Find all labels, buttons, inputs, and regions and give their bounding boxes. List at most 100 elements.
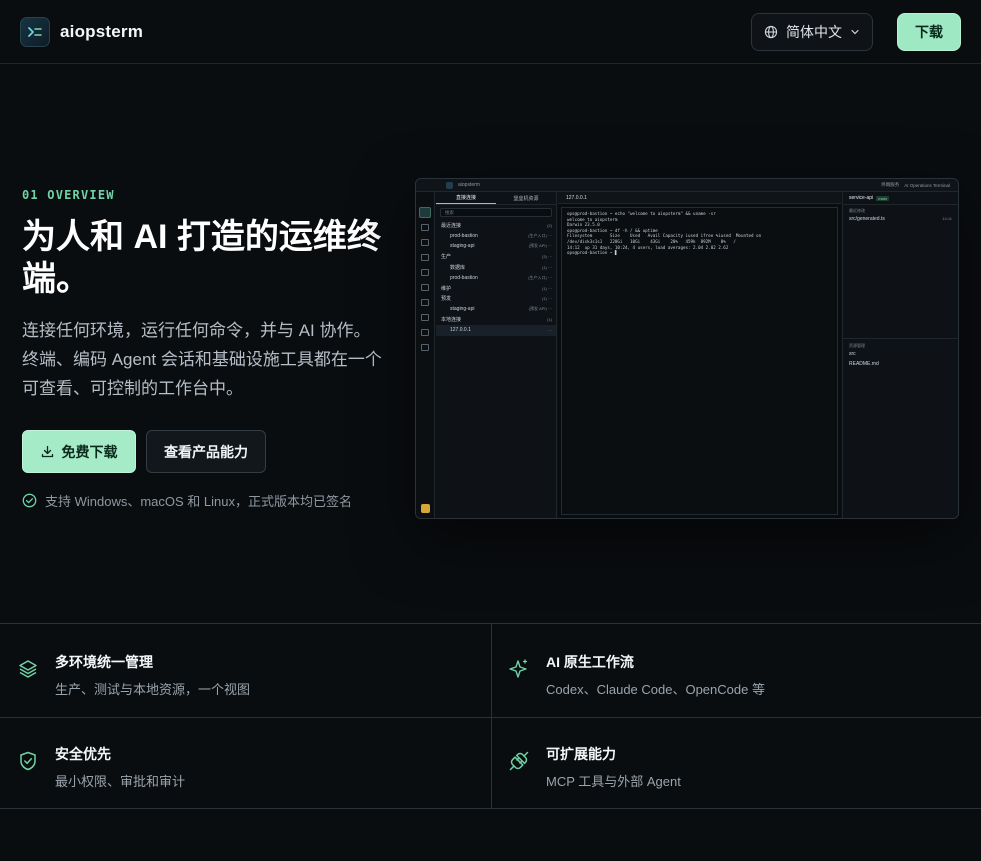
brand-name: aiopsterm <box>60 21 144 41</box>
mock-tree-label: staging-api <box>450 243 475 250</box>
mock-rail-icon <box>421 239 429 246</box>
mock-tree-label: 数据库 <box>450 264 466 271</box>
brand[interactable]: aiopsterm <box>20 16 144 47</box>
mock-tree-badge: (1) ··· <box>542 285 552 291</box>
mock-tree-label: 最近连接 <box>441 222 462 229</box>
mock-tree-label: staging-api <box>450 306 475 313</box>
feature-subtitle: MCP 工具与外部 Agent <box>546 774 681 789</box>
mock-tree-badge: (1) ··· <box>542 264 552 270</box>
mock-rail-icon <box>421 299 429 306</box>
feature-subtitle: 生产、测试与本地资源，一个视图 <box>55 682 251 697</box>
language-select[interactable]: 简体中文 <box>751 12 873 51</box>
mock-top-right-service: 终端服务 <box>881 182 900 187</box>
language-label: 简体中文 <box>786 23 842 40</box>
mock-recent-file-name: src/generated.ts <box>849 216 885 222</box>
free-download-label: 免费下载 <box>61 443 118 460</box>
feature-subtitle: Codex、Claude Code、OpenCode 等 <box>546 682 765 697</box>
app-screenshot: aiopsterm 终端服务 AI Operations Terminal 直接… <box>415 178 959 519</box>
mock-tree-item: 数据库 (1) ··· <box>436 262 556 273</box>
platform-support-note: 支持 Windows、macOS 和 Linux，正式版本均已签名 <box>22 491 352 510</box>
mock-tree-item: 维护 (1) ··· <box>436 283 556 294</box>
mock-rail-icon <box>421 344 429 351</box>
plug-icon <box>509 751 529 771</box>
check-circle-icon <box>22 493 37 508</box>
mock-terminal: 127.0.0.1 ops@prod-bastion ~ echo "welco… <box>558 192 841 518</box>
mock-tree-item: 预发 (1) ··· <box>436 294 556 305</box>
header-download-button[interactable]: 下载 <box>897 12 961 51</box>
chevron-down-icon <box>851 29 859 34</box>
mock-agent-panel: service-api main 最近修改 src/generated.ts 1… <box>842 192 958 518</box>
download-icon <box>41 445 53 458</box>
mock-tree-badge: (生产入口) ··· <box>528 274 552 280</box>
feature-multi-env: 多环境统一管理 生产、测试与本地资源，一个视图 <box>17 652 250 698</box>
mock-tree-badge: (3) ··· <box>542 254 552 260</box>
mock-recent-label: 最近修改 <box>849 208 865 213</box>
mock-tree-item: prod-bastion (生产入口) ··· <box>436 231 556 242</box>
mock-tree-badge: (1) <box>547 317 552 323</box>
mock-tree-item: 最近连接 (2) <box>436 220 556 231</box>
mock-tree-badge: (预发 API) ··· <box>528 306 552 312</box>
mock-tree-badge: (预发 API) ··· <box>528 243 552 249</box>
mock-tree-label: 生产 <box>441 254 452 261</box>
mock-activity-rail <box>416 192 435 518</box>
mock-rail-active-icon <box>419 207 431 218</box>
terminal-logo-icon <box>20 16 50 47</box>
mock-search-input: 搜索 <box>440 208 552 217</box>
site-header: aiopsterm 简体中文 下载 <box>0 0 981 64</box>
mock-connection-tree: 最近连接 (2) prod-bastion (生产入口) ··· staging-api… <box>436 220 556 336</box>
mock-tree-item: staging-api (预发 API) ··· <box>436 304 556 315</box>
mock-tree-label: 本地连接 <box>441 317 462 324</box>
mock-tree-item: 生产 (3) ··· <box>436 252 556 263</box>
mock-repo-name: service-api <box>849 195 874 201</box>
mock-rail-icon <box>421 314 429 321</box>
mock-tree-label: 预发 <box>441 296 452 303</box>
mock-tree-badge: (2) <box>547 222 552 228</box>
feature-ai-workflow: AI 原生工作流 Codex、Claude Code、OpenCode 等 <box>508 652 765 698</box>
mock-tree-item: staging-api (预发 API) ··· <box>436 241 556 252</box>
mock-rail-icon <box>421 254 429 261</box>
mock-recent-file: src/generated.ts 14:11 <box>843 214 958 224</box>
mock-tree-badge: (生产入口) ··· <box>528 232 552 238</box>
view-features-button[interactable]: 查看产品能力 <box>146 430 266 473</box>
globe-icon <box>764 25 778 38</box>
mock-terminal-tab: 127.0.0.1 <box>566 194 587 201</box>
feature-title: AI 原生工作流 <box>546 654 634 670</box>
mock-recent-file-time: 14:11 <box>942 216 952 221</box>
mock-rail-icon <box>421 224 429 231</box>
mock-tree-badge: ··· <box>548 327 552 333</box>
mock-tab-direct: 直接连接 <box>436 192 496 204</box>
mock-rail-icon <box>421 329 429 336</box>
mock-terminal-line: ops@prod-bastion ~ ▋ <box>567 250 618 256</box>
mock-tree-label: 127.0.0.1 <box>450 327 471 334</box>
mock-files-label: 资源管理 <box>849 343 865 348</box>
mock-tree-item: prod-bastion (生产入口) ··· <box>436 273 556 284</box>
mock-tree-item: 127.0.0.1 ··· <box>436 325 556 336</box>
feature-security: 安全优先 最小权限、审批和审计 <box>17 744 185 790</box>
sparkle-icon <box>509 659 528 678</box>
shield-icon <box>20 751 36 771</box>
mock-rail-icon <box>421 269 429 276</box>
mock-logo-icon <box>446 181 453 189</box>
feature-title: 可扩展能力 <box>546 746 616 762</box>
platform-support-text: 支持 Windows、macOS 和 Linux，正式版本均已签名 <box>45 494 352 509</box>
feature-extensibility: 可扩展能力 MCP 工具与外部 Agent <box>508 744 681 790</box>
mock-top-right-tagline: AI Operations Terminal <box>904 182 950 188</box>
mock-tree-item: 本地连接 (1) <box>436 315 556 326</box>
mock-file-item: README.md <box>849 361 879 367</box>
mock-connection-sidebar: 直接连接 堡垒机资源 搜索 最近连接 (2) prod-bastion (生产入口) … <box>436 192 557 518</box>
mock-tree-label: 维护 <box>441 285 452 292</box>
free-download-button[interactable]: 免费下载 <box>22 430 136 473</box>
mock-terminal-output: ops@prod-bastion ~ echo "welcome to aiop… <box>561 207 838 515</box>
mock-tree-label: prod-bastion <box>450 274 478 281</box>
hero-title: 为人和 AI 打造的运维终端。 <box>22 218 381 298</box>
mock-titlebar: aiopsterm 终端服务 AI Operations Terminal <box>416 179 958 192</box>
feature-grid: 多环境统一管理 生产、测试与本地资源，一个视图 AI 原生工作流 Codex、C… <box>0 623 981 809</box>
mock-rail-icon <box>421 284 429 291</box>
mock-lock-icon <box>421 504 430 513</box>
section-eyebrow: 01 OVERVIEW <box>22 188 115 202</box>
hero-description: 连接任何环境，运行任何命令，并与 AI 协作。终端、编码 Agent 会话和基础… <box>22 321 382 398</box>
mock-file-item: src <box>849 351 856 357</box>
feature-title: 安全优先 <box>55 746 111 762</box>
mock-branch-badge: main <box>876 195 889 201</box>
feature-title: 多环境统一管理 <box>55 654 153 670</box>
